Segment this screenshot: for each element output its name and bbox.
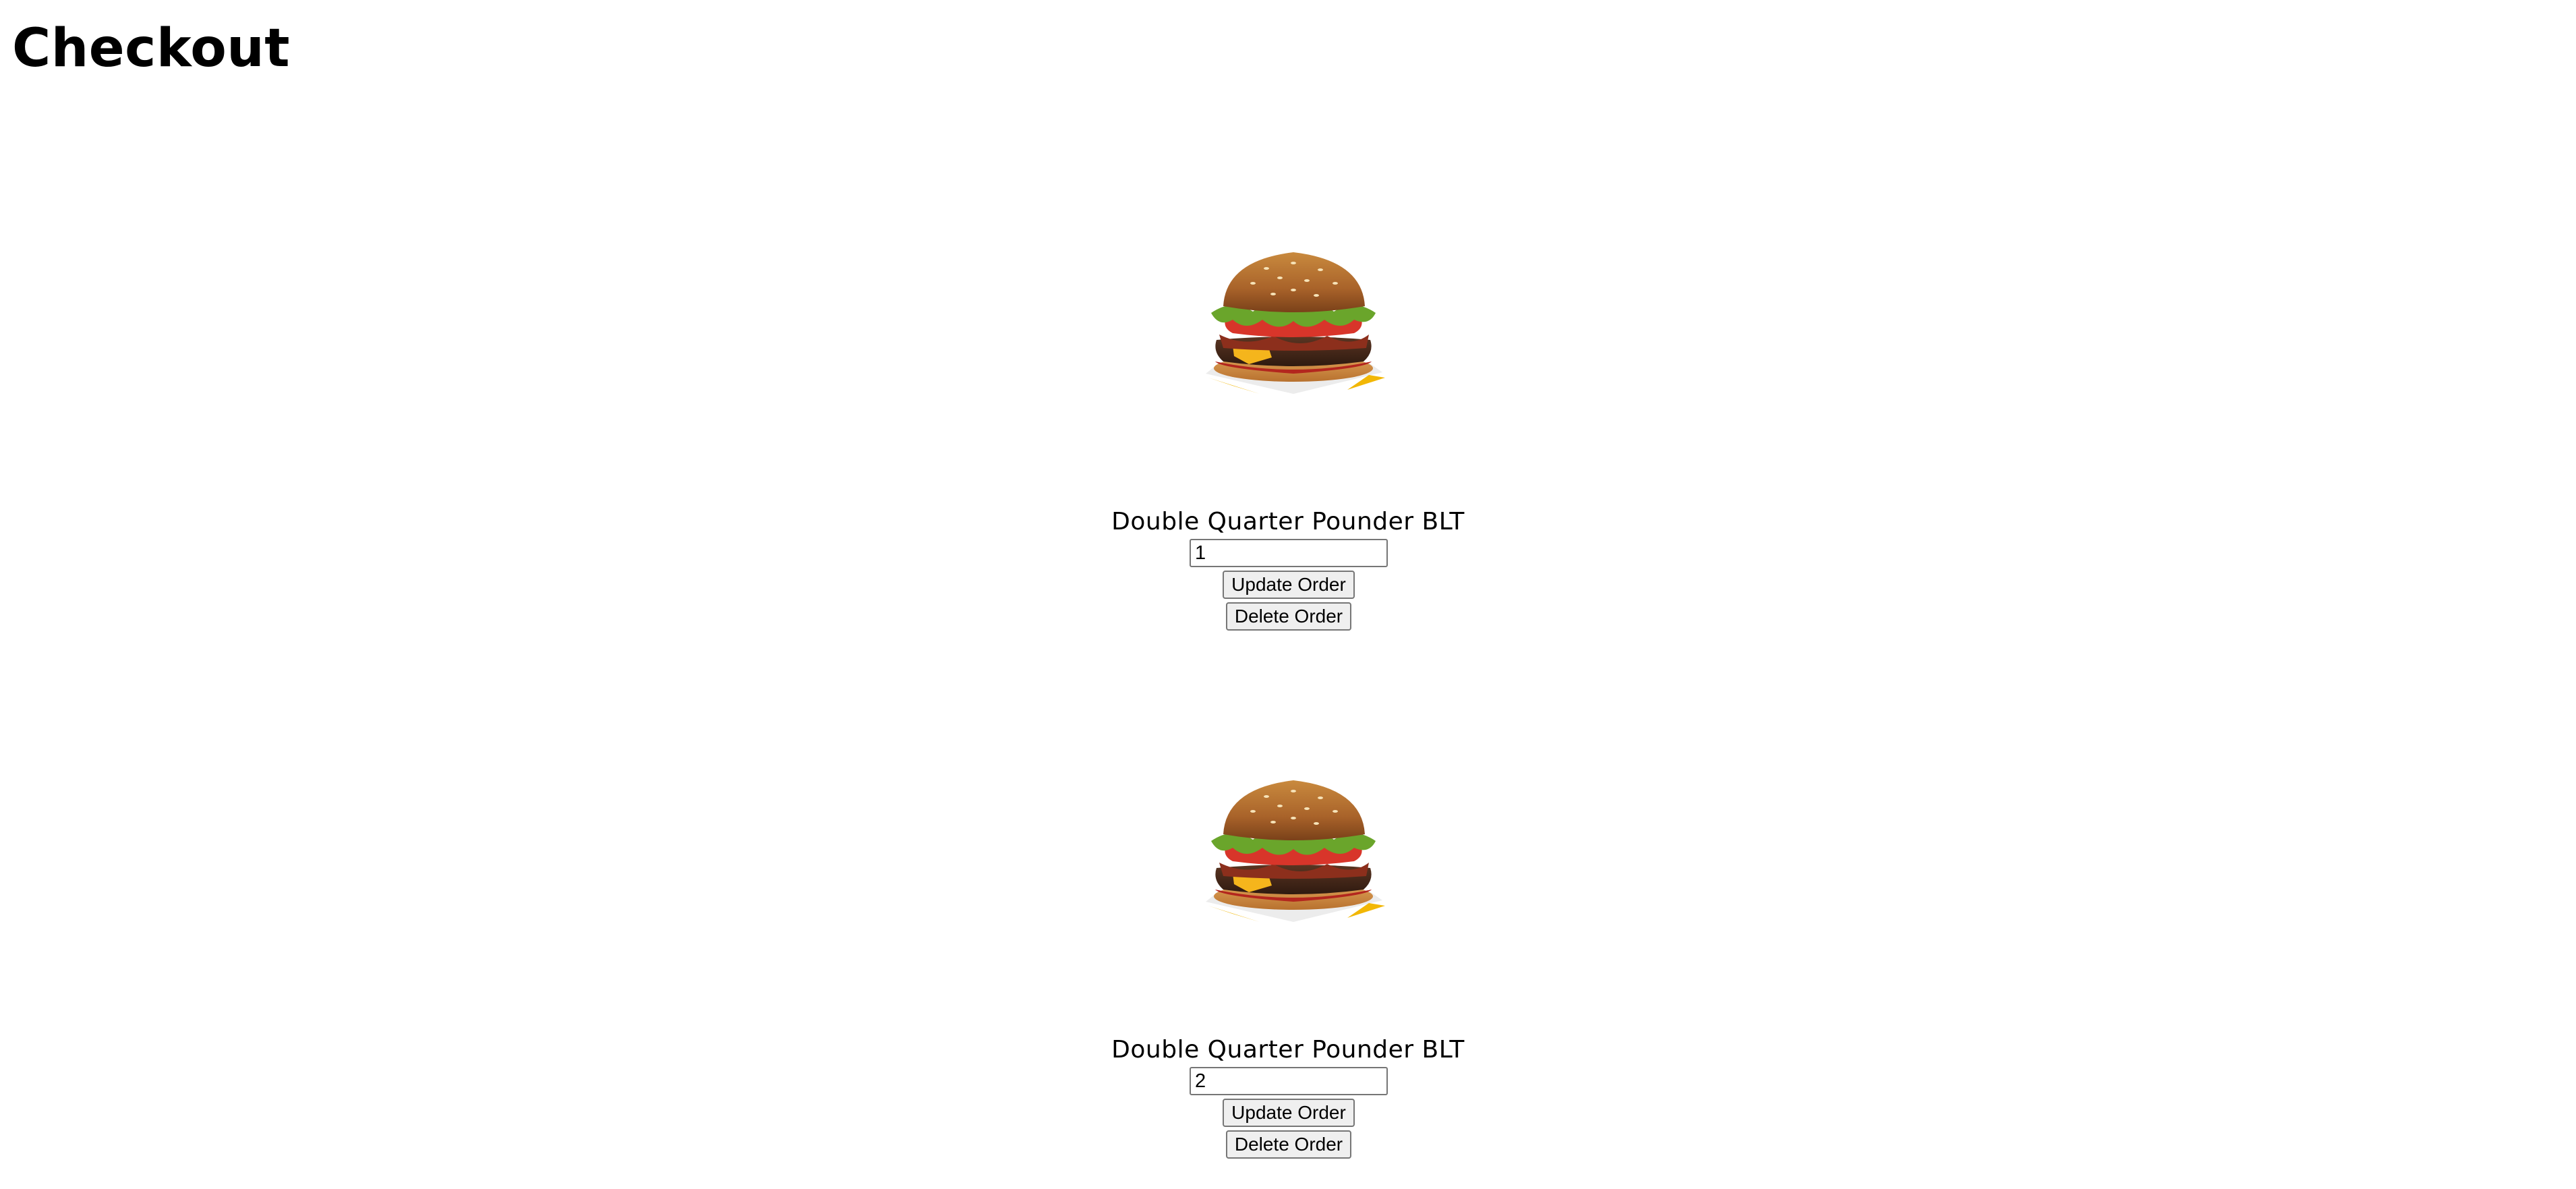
burger-image [1206, 780, 1385, 922]
quantity-input[interactable] [1190, 1067, 1388, 1095]
delete-order-button[interactable]: Delete Order [1226, 602, 1351, 631]
page-title: Checkout [12, 18, 291, 79]
item-name: Double Quarter Pounder BLT [1111, 508, 1465, 535]
update-order-button[interactable]: Update Order [1223, 571, 1355, 599]
quantity-input[interactable] [1190, 539, 1388, 567]
order-item: Double Quarter Pounder BLT Update Order … [0, 202, 2576, 661]
order-item: Double Quarter Pounder BLT Update Order … [0, 730, 2576, 1189]
item-name: Double Quarter Pounder BLT [1111, 1036, 1465, 1064]
delete-order-button[interactable]: Delete Order [1226, 1130, 1351, 1159]
burger-image [1206, 252, 1385, 394]
update-order-button[interactable]: Update Order [1223, 1099, 1355, 1127]
